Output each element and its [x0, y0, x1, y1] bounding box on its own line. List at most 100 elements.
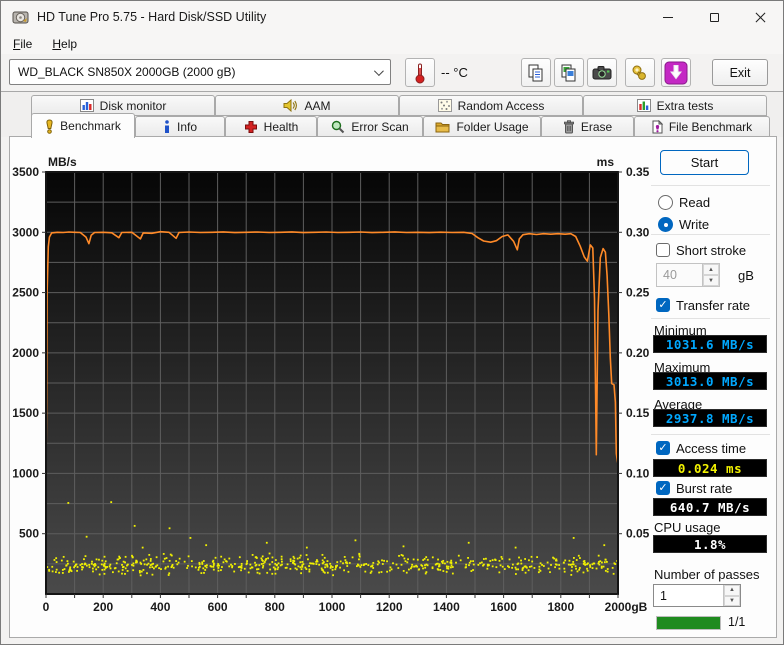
- y-left-tick-label: 1000: [12, 466, 39, 480]
- download-update-button[interactable]: [661, 58, 691, 87]
- thermometer-icon: [415, 63, 425, 83]
- app-window: HD Tune Pro 5.75 - Hard Disk/SSD Utility…: [0, 0, 784, 645]
- read-radio[interactable]: [658, 195, 673, 210]
- tab-error-scan[interactable]: Error Scan: [317, 116, 423, 137]
- y-left-tick-label: 3500: [12, 165, 39, 179]
- spin-down-icon[interactable]: ▼: [703, 275, 719, 286]
- colored-bar-chart-icon: [636, 99, 651, 112]
- cpu-usage-value: 1.8%: [653, 535, 767, 553]
- progress-bar: [656, 616, 721, 630]
- tab-file-benchmark[interactable]: File Benchmark: [634, 116, 770, 137]
- short-stroke-spinner[interactable]: 40 ▲ ▼: [656, 263, 720, 287]
- short-stroke-label: Short stroke: [676, 243, 747, 258]
- start-label: Start: [690, 155, 719, 170]
- tab-label: Random Access: [457, 98, 545, 113]
- maximum-value: 3013.0 MB/s: [653, 372, 767, 390]
- write-label: Write: [679, 217, 710, 232]
- tab-folder-usage[interactable]: Folder Usage: [423, 116, 541, 137]
- y-left-tick-label: 2000: [12, 346, 39, 360]
- drive-select-dropdown[interactable]: WD_BLACK SN850X 2000GB (2000 gB): [9, 59, 391, 85]
- copy-image-icon: [561, 64, 576, 81]
- y-right-tick-label: 0.20: [626, 346, 650, 360]
- progress-fill: [657, 617, 720, 629]
- burst-rate-checkbox[interactable]: [656, 481, 670, 495]
- title-bar: HD Tune Pro 5.75 - Hard Disk/SSD Utility: [1, 1, 783, 33]
- exit-button[interactable]: Exit: [712, 59, 768, 86]
- app-icon: [12, 11, 29, 23]
- spin-up-icon[interactable]: ▲: [724, 585, 740, 596]
- tab-label: Benchmark: [60, 119, 121, 133]
- x-tick-label: 0: [43, 600, 50, 614]
- chevron-down-icon: [373, 66, 384, 77]
- trash-icon: [563, 119, 574, 133]
- minimum-value: 1031.6 MB/s: [653, 335, 767, 353]
- temperature-button[interactable]: [405, 58, 435, 87]
- menu-file[interactable]: File: [10, 35, 35, 53]
- y-right-tick-label: 0.30: [626, 225, 650, 239]
- passes-spinner[interactable]: 1 ▲ ▼: [653, 584, 741, 607]
- y-right-tick-label: 0.10: [626, 466, 650, 480]
- x-tick-label: 1000: [319, 600, 346, 614]
- x-tick-label: 1200: [376, 600, 403, 614]
- tab-benchmark[interactable]: Benchmark: [31, 113, 135, 138]
- passes-value: 1: [660, 588, 667, 603]
- y-left-tick-label: 2500: [12, 286, 39, 300]
- write-radio[interactable]: [658, 217, 673, 232]
- copy-text-button[interactable]: [521, 58, 551, 87]
- average-value: 2937.8 MB/s: [653, 409, 767, 427]
- copy-image-button[interactable]: [554, 58, 584, 87]
- tab-health[interactable]: Health: [225, 116, 317, 137]
- maximize-button[interactable]: [691, 1, 737, 33]
- x-tick-label: 400: [150, 600, 170, 614]
- tab-label: Info: [176, 119, 197, 134]
- spin-down-icon[interactable]: ▼: [724, 595, 740, 606]
- minimize-button[interactable]: [645, 1, 691, 33]
- tab-label: Error Scan: [351, 119, 409, 134]
- y-left-tick-label: 1500: [12, 406, 39, 420]
- tab-aam[interactable]: AAM: [215, 95, 399, 116]
- tab-info[interactable]: Info: [135, 116, 225, 137]
- y-right-axis-unit: ms: [597, 155, 615, 169]
- tab-label: Erase: [580, 119, 613, 134]
- menu-help[interactable]: Help: [49, 35, 80, 53]
- tab-random-access[interactable]: Random Access: [399, 95, 583, 116]
- tab-label: Folder Usage: [456, 119, 529, 134]
- speaker-icon: [283, 99, 298, 112]
- close-button[interactable]: [737, 1, 783, 33]
- tab-label: File Benchmark: [668, 119, 753, 134]
- y-right-tick-label: 0.15: [626, 406, 650, 420]
- start-button[interactable]: Start: [660, 150, 749, 175]
- passes-label: Number of passes: [654, 567, 760, 582]
- progress-text: 1/1: [728, 615, 746, 629]
- short-stroke-checkbox[interactable]: [656, 243, 670, 257]
- tab-erase[interactable]: Erase: [541, 116, 634, 137]
- transfer-rate-checkbox[interactable]: [656, 298, 670, 312]
- minimize-icon: [663, 16, 673, 18]
- random-dots-icon: [437, 99, 452, 112]
- tab-extra-tests[interactable]: Extra tests: [583, 95, 767, 116]
- tab-label: Health: [263, 119, 299, 134]
- screenshot-button[interactable]: [587, 58, 617, 87]
- x-tick-label: 1600: [490, 600, 517, 614]
- y-left-tick-label: 3000: [12, 225, 39, 239]
- menu-bar: File Help: [1, 33, 783, 54]
- short-stroke-unit: gB: [738, 268, 754, 283]
- spin-up-icon[interactable]: ▲: [703, 264, 719, 275]
- copy-text-icon: [528, 64, 543, 81]
- access-time-checkbox[interactable]: [656, 441, 670, 455]
- burst-rate-value: 640.7 MB/s: [653, 498, 767, 516]
- file-benchmark-icon: [652, 119, 663, 133]
- access-time-value: 0.024 ms: [653, 459, 767, 477]
- x-tick-label: 2000gB: [605, 600, 648, 614]
- window-title: HD Tune Pro 5.75 - Hard Disk/SSD Utility: [37, 10, 267, 24]
- tab-label: Extra tests: [656, 98, 714, 113]
- register-button[interactable]: [625, 58, 655, 87]
- close-icon: [755, 12, 766, 23]
- download-arrow-icon: [664, 61, 688, 84]
- magnifier-icon: [332, 120, 345, 133]
- separator: [651, 234, 770, 235]
- access-time-label: Access time: [676, 441, 747, 456]
- toolbar: WD_BLACK SN850X 2000GB (2000 gB) -- °C E…: [1, 54, 783, 92]
- x-tick-label: 800: [265, 600, 285, 614]
- y-left-tick-label: 500: [19, 527, 39, 541]
